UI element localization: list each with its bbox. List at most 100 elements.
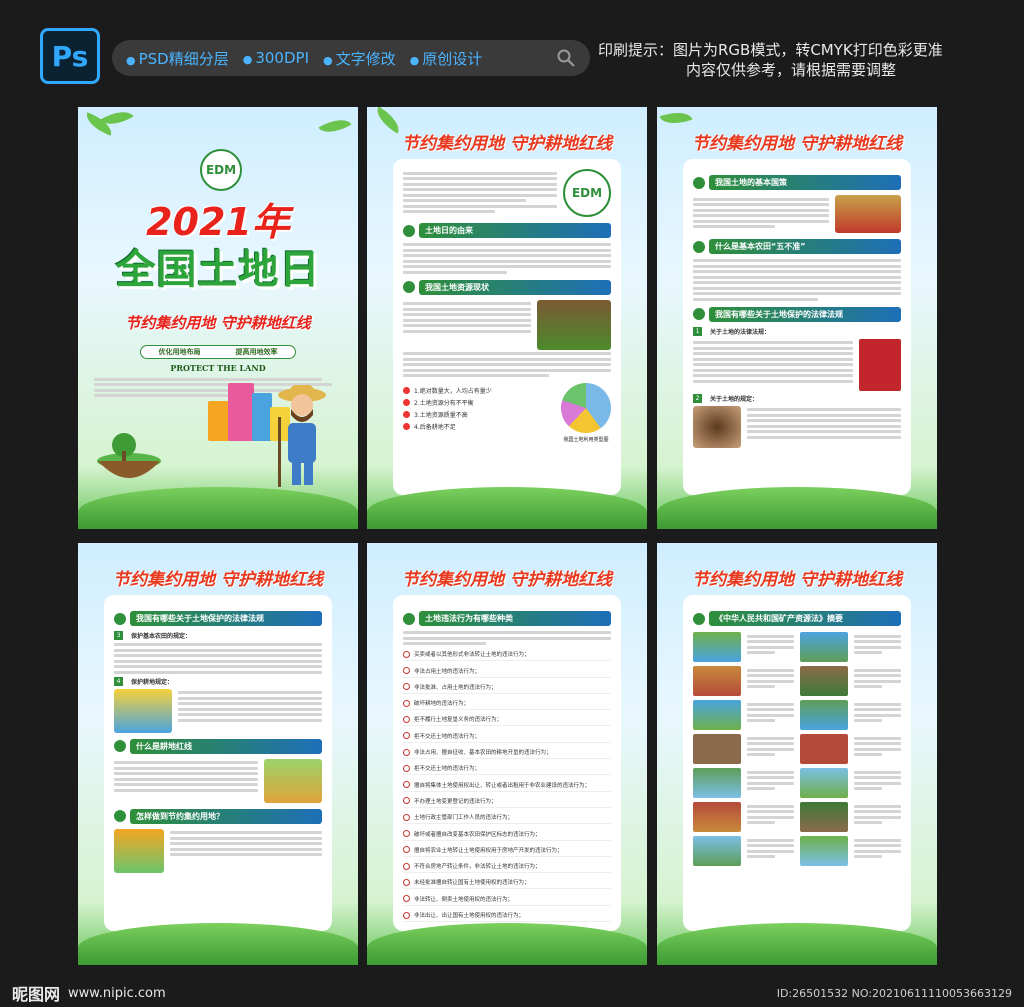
band-left-text: 优化用地布局 <box>158 348 201 356</box>
violation-item: 拒不交还土地的违法行为； <box>403 764 611 776</box>
bullet-icon <box>403 667 410 675</box>
content-card: 我国土地的基本国策 什么是基本农田“五不准” 我国有哪些关于土地保护的法律法规 … <box>683 159 911 495</box>
content-card: EDM 土地日的由来 我国土地资源现状 1.绝对数量大，人均占有量少 2.土地资… <box>393 159 621 495</box>
feature-tag-bar: PSD精细分层 300DPI 文字修改 原创设计 <box>112 40 590 76</box>
law-book-illustration <box>859 338 901 391</box>
floating-island-illustration <box>97 433 161 478</box>
section-header: 什么是基本农田“五不准” <box>693 239 901 254</box>
violation-item: 破坏耕地的违法行为； <box>403 699 611 711</box>
comic-illustration <box>693 700 741 730</box>
violation-item: 擅自将集体土地使用权出让、转让或者出租用于非农业建设的违法行为； <box>403 781 611 792</box>
comic-caption <box>746 666 794 696</box>
grass-decoration <box>78 487 358 529</box>
violation-item: 不符合房地产转让条件，非法转让土地的违法行为； <box>403 862 611 874</box>
bullet-icon <box>403 715 410 723</box>
panel-title: 节约集约用地 守护耕地红线 <box>113 570 323 590</box>
leaf-decoration <box>318 112 352 140</box>
comic-caption <box>746 734 794 764</box>
land-use-pie-chart <box>561 383 611 433</box>
violation-item: 非法占用土地的违法行为； <box>403 667 611 678</box>
section-header: 我国土地资源现状 <box>403 279 611 295</box>
comic-caption <box>746 632 794 662</box>
bullet-icon <box>403 862 410 870</box>
violation-item: 拒不履行土地复垦义务的违法行为； <box>403 715 611 727</box>
comic-caption <box>746 768 794 798</box>
panel-title: 节约集约用地 守护耕地红线 <box>692 570 902 590</box>
violation-item: 土地行政主管部门工作人员的违法行为； <box>403 813 611 825</box>
section-header: 土地日的由来 <box>403 223 611 238</box>
comic-illustration <box>800 768 848 798</box>
poster-panel-5: 节约集约用地 守护耕地红线 土地违法行为有哪些种类 买卖或者以其他形式非法转让土… <box>367 543 647 965</box>
comic-illustration <box>800 700 848 730</box>
list-item: 3.土地资源质量不高 <box>403 410 553 419</box>
print-tip: 印刷提示：图片为RGB模式，转CMYK打印色彩更准 内容仅供参考，请根据需要调整 <box>598 40 1008 80</box>
cover-english-title: PROTECT THE LAND <box>170 363 266 373</box>
site-url: www.nipic.com <box>68 985 166 1001</box>
comic-illustration <box>800 802 848 832</box>
chart-caption: 我国土地利用类型图 <box>563 437 609 443</box>
comic-illustration <box>800 836 848 866</box>
bullet-icon <box>403 650 410 658</box>
bullet-icon <box>403 781 410 789</box>
cover-poster: EDM 2021年 全国土地日 节约集约用地 守护耕地红线 优化用地布局 提高用… <box>78 107 358 529</box>
feature-tag: 300DPI <box>243 49 309 67</box>
farmers-illustration <box>264 758 322 803</box>
panel-title: 节约集约用地 守护耕地红线 <box>402 134 612 154</box>
bullet-icon <box>403 878 410 886</box>
poster-panel-6: 节约集约用地 守护耕地红线 《中华人民共和国矿产资源法》摘要 <box>657 543 937 965</box>
section-header: 我国有哪些关于土地保护的法律法规 <box>114 611 322 626</box>
feature-tag: 原创设计 <box>410 48 482 69</box>
band-right-text: 提高用地效率 <box>235 348 278 356</box>
farmer-illustration <box>278 385 326 487</box>
bullet-icon <box>403 683 410 691</box>
land-day-logo: EDM <box>200 149 242 191</box>
comic-caption <box>746 836 794 866</box>
comic-caption <box>853 666 901 696</box>
section-header: 我国有哪些关于土地保护的法律法规 <box>693 306 901 322</box>
list-item: 2.土地资源分布不平衡 <box>403 398 553 407</box>
list-item: 1.绝对数量大，人均占有量少 <box>403 386 553 395</box>
search-icon[interactable] <box>556 48 576 68</box>
section-header: 土地违法行为有哪些种类 <box>403 611 611 626</box>
land-illustration <box>835 195 901 233</box>
bullet-icon <box>403 846 410 854</box>
print-tip-line: 印刷提示：图片为RGB模式，转CMYK打印色彩更准 <box>598 41 943 59</box>
comic-illustration <box>693 802 741 832</box>
land-day-logo: EDM <box>563 169 611 217</box>
comic-illustration <box>800 734 848 764</box>
comic-caption <box>853 734 901 764</box>
comic-illustration <box>693 666 741 696</box>
violation-list: 买卖或者以其他形式非法转让土地的违法行为； 非法占用土地的违法行为； 非法批准、占用… <box>403 650 611 923</box>
comic-caption <box>746 802 794 832</box>
comic-illustration <box>693 734 741 764</box>
violation-item: 擅自将农业土地转让土地使用权用于房地产开发的违法行为； <box>403 846 611 857</box>
violation-item: 非法占用、擅自征收、基本农田的耕地开垦的违法行为； <box>403 748 611 760</box>
bullet-icon <box>403 699 410 707</box>
comic-illustration <box>693 836 741 866</box>
comic-caption <box>853 836 901 866</box>
violation-item: 拒不交还土地的违法行为； <box>403 732 611 743</box>
content-card: 土地违法行为有哪些种类 买卖或者以其他形式非法转让土地的违法行为； 非法占用土地的… <box>393 595 621 931</box>
violation-item: 不办理土地变更登记的违法行为； <box>403 797 611 808</box>
site-brand: 昵图网 <box>12 985 61 1004</box>
violation-item: 未经批准擅自转让国有土地使用权的违法行为； <box>403 878 611 890</box>
comic-caption <box>853 802 901 832</box>
panel-title: 节约集约用地 守护耕地红线 <box>402 570 612 590</box>
violation-item: 非法转让、倒卖土地使用权的违法行为； <box>403 895 611 906</box>
panel-title: 节约集约用地 守护耕地红线 <box>692 134 902 154</box>
section-header: 什么是耕地红线 <box>114 738 322 754</box>
section-header: 我国土地的基本国策 <box>693 175 901 190</box>
content-card: 我国有哪些关于土地保护的法律法规 3 保护基本农田的规定： 4 保护耕地规定： 什么… <box>104 595 332 931</box>
comic-illustration <box>800 666 848 696</box>
bullet-icon <box>403 813 410 821</box>
bullet-icon <box>403 797 410 805</box>
subheading: 3 保护基本农田的规定： <box>114 631 322 640</box>
bullet-icon <box>403 895 410 903</box>
print-tip-line: 内容仅供参考，请根据需要调整 <box>686 61 897 79</box>
subheading: 4 保护耕地规定： <box>114 676 322 686</box>
comic-illustration <box>693 768 741 798</box>
bullet-icon <box>403 830 410 838</box>
section-header: 怎样做到节约集约用地？ <box>114 808 322 824</box>
violation-item: 买卖或者以其他形式非法转让土地的违法行为； <box>403 650 611 662</box>
image-id: ID:26501532 NO:20210611110053663129 <box>776 986 1012 1000</box>
